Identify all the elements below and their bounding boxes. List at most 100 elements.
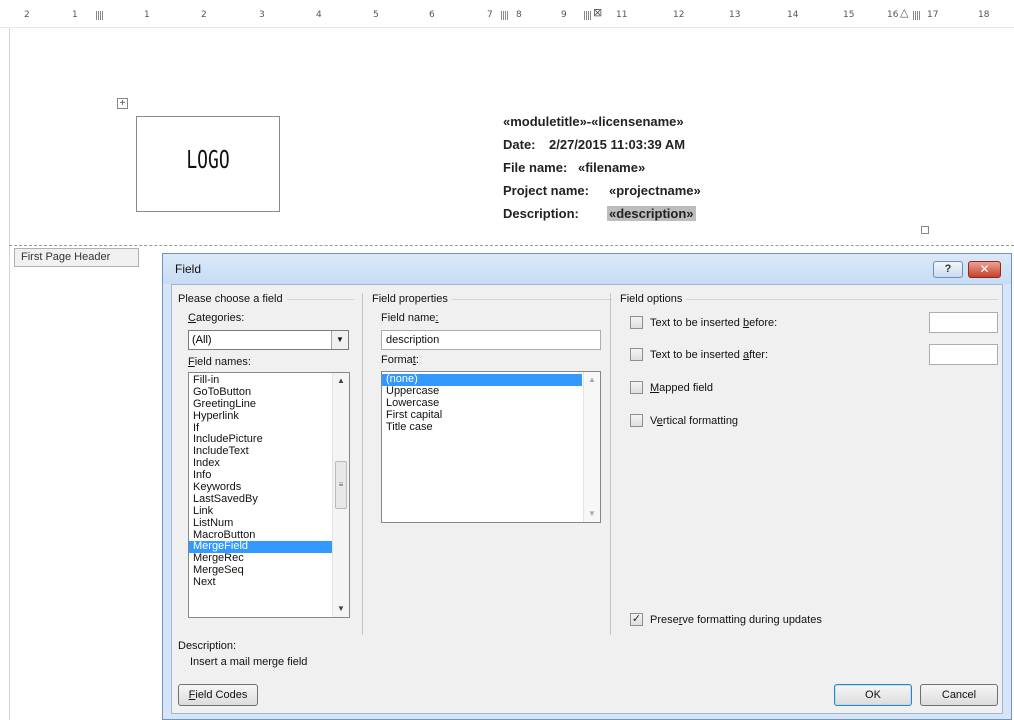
ruler-margin-block [96, 11, 103, 20]
list-item[interactable]: Lowercase [382, 397, 582, 410]
list-item[interactable]: ListNum [189, 517, 334, 530]
ruler-mark: 5 [373, 10, 379, 20]
field-names-scrollbar[interactable]: ▲ ≡ ▼ [332, 373, 349, 617]
ruler-mark: 1 [144, 10, 150, 20]
date-label: Date: [503, 137, 536, 152]
properties-group-title: Field properties [372, 293, 452, 305]
categories-label-text: ategories: [195, 312, 245, 324]
ruler-mark: 14 [787, 10, 799, 20]
scrollbar-thumb[interactable]: ≡ [335, 461, 347, 509]
scroll-down-arrow-icon[interactable]: ▼ [333, 601, 349, 617]
description-title: Description: [178, 640, 237, 652]
choose-field-group-title: Please choose a field [178, 293, 287, 305]
categories-label: Categories: [188, 312, 245, 324]
ok-button[interactable]: OK [834, 684, 912, 706]
file-label: File name: [503, 160, 568, 175]
text-after-label: Text to be inserted after: [650, 349, 769, 361]
project-value: «projectname» [609, 183, 701, 198]
ruler-mark: 7 [487, 10, 493, 20]
ruler-mark: 2 [201, 10, 207, 20]
ruler-mark: 1 [72, 10, 78, 20]
list-item[interactable]: First capital [382, 409, 582, 422]
group-vertical-divider [610, 293, 611, 635]
text-before-input[interactable] [929, 312, 998, 333]
ruler-mark: 17 [927, 10, 939, 20]
list-item[interactable]: Hyperlink [189, 410, 334, 423]
header-date-line: Date: 2/27/2015 11:03:39 AM [503, 133, 701, 156]
mapped-field-checkbox[interactable] [630, 381, 643, 394]
text-after-input[interactable] [929, 344, 998, 365]
ruler-mark: 18 [978, 10, 990, 20]
description-field-selected[interactable]: «description» [607, 206, 696, 221]
preserve-formatting-label: Preserve formatting during updates [650, 614, 822, 626]
close-button[interactable]: ✕ [968, 261, 1001, 278]
list-item[interactable]: Link [189, 505, 334, 518]
vertical-formatting-label: Vertical formatting [650, 415, 739, 427]
list-item[interactable]: GreetingLine [189, 398, 334, 411]
ruler-mark: 13 [729, 10, 741, 20]
header-project-line: Project name: «projectname» [503, 179, 701, 202]
help-button[interactable]: ? [933, 261, 963, 278]
table-move-handle-icon[interactable]: + [117, 98, 128, 109]
scroll-up-arrow-icon[interactable]: ▲ [584, 372, 600, 388]
ruler-mark: 9 [561, 10, 567, 20]
ruler-column-block [913, 11, 920, 20]
ruler-mark: 4 [316, 10, 322, 20]
field-name-label: Field name: [381, 312, 439, 324]
list-item[interactable]: GoToButton [189, 386, 334, 399]
tab-stop-marker[interactable]: ⊠ [593, 6, 602, 19]
ruler-mark: 11 [616, 10, 628, 20]
preserve-formatting-checkbox[interactable]: ✓ [630, 613, 643, 626]
ruler-mark: 16 [887, 10, 899, 20]
ruler-mark: 2 [24, 10, 30, 20]
field-names-items: Fill-in GoToButton GreetingLine Hyperlin… [189, 374, 334, 589]
dialog-title: Field [175, 262, 202, 276]
field-name-input[interactable]: description [381, 330, 601, 350]
ruler-mark: 3 [259, 10, 265, 20]
ruler-mark: 12 [673, 10, 685, 20]
options-group-title: Field options [620, 293, 687, 305]
format-listbox[interactable]: (none) Uppercase Lowercase First capital… [381, 371, 601, 523]
ruler-column-block [584, 11, 591, 20]
vertical-formatting-checkbox[interactable] [630, 414, 643, 427]
dialog-titlebar[interactable]: Field ? ✕ [163, 254, 1011, 284]
description-text: Insert a mail merge field [190, 656, 308, 668]
text-after-checkbox[interactable] [630, 348, 643, 361]
list-item[interactable]: LastSavedBy [189, 493, 334, 506]
chevron-down-icon[interactable]: ▼ [331, 331, 348, 349]
categories-combobox[interactable]: (All) ▼ [188, 330, 349, 350]
format-label: Format: [381, 354, 419, 366]
header-separator [9, 245, 1014, 246]
dialog-client-area: Please choose a field Categories: (All) … [171, 284, 1003, 714]
group-vertical-divider [362, 293, 363, 635]
list-item[interactable]: Uppercase [382, 385, 582, 398]
header-file-line: File name: «filename» [503, 156, 701, 179]
text-before-checkbox[interactable] [630, 316, 643, 329]
page-left-edge [9, 28, 10, 720]
list-item[interactable]: Title case [382, 421, 582, 434]
horizontal-ruler[interactable]: 2 1 1 2 3 4 5 6 7 8 9 ⊠ 11 12 13 14 15 1… [0, 0, 1014, 28]
header-title-line: «moduletitle»-«licensename» [503, 114, 684, 129]
word-window: 2 1 1 2 3 4 5 6 7 8 9 ⊠ 11 12 13 14 15 1… [0, 0, 1014, 720]
format-scrollbar[interactable]: ▲ ▼ [583, 372, 600, 522]
project-label: Project name: [503, 183, 589, 198]
mapped-field-label: Mapped field [650, 382, 713, 394]
paragraph-mark-square [921, 226, 929, 234]
description-label: Description: [503, 206, 579, 221]
header-field-block[interactable]: «moduletitle»-«licensename» Date: 2/27/20… [503, 110, 701, 225]
first-page-header-tag[interactable]: First Page Header [14, 248, 139, 267]
ruler-mark: 6 [429, 10, 435, 20]
file-value: «filename» [578, 160, 646, 175]
format-items: (none) Uppercase Lowercase First capital… [382, 373, 582, 434]
field-codes-button[interactable]: Field Codes [178, 684, 258, 706]
indent-marker[interactable]: △ [900, 6, 908, 19]
cancel-button[interactable]: Cancel [920, 684, 998, 706]
ruler-mark: 15 [843, 10, 855, 20]
list-item[interactable]: Next [189, 576, 334, 589]
scroll-up-arrow-icon[interactable]: ▲ [333, 373, 349, 389]
categories-value: (All) [192, 334, 212, 346]
logo-placeholder[interactable]: LOGO [136, 116, 280, 212]
scroll-down-arrow-icon[interactable]: ▼ [584, 506, 600, 522]
field-names-listbox[interactable]: Fill-in GoToButton GreetingLine Hyperlin… [188, 372, 350, 618]
text-before-label: Text to be inserted before: [650, 317, 778, 329]
